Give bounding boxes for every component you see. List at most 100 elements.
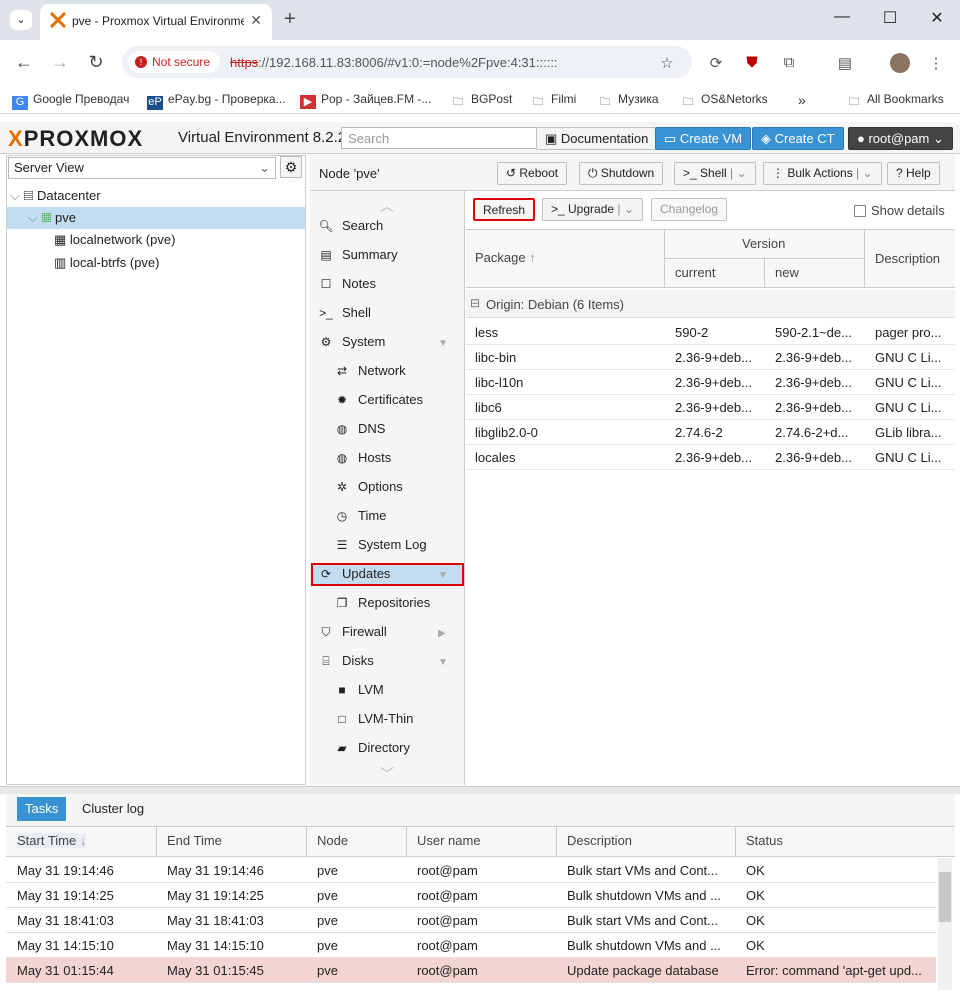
bookmark-zaycev[interactable]: ▶ Pop - Зайцев.FM -...: [300, 92, 431, 109]
task-col-user-name[interactable]: User name: [417, 833, 481, 848]
menu-item-time[interactable]: ◷ Time: [334, 508, 387, 523]
gear-icon[interactable]: ⚙: [280, 156, 302, 178]
package-row[interactable]: libc-l10n 2.36-9+deb... 2.36-9+deb... GNU C…: [466, 370, 955, 395]
tree-item-local-btrfs[interactable]: ▥ local-btrfs (pve): [54, 255, 159, 271]
menu-item-disks[interactable]: ⌸ Disks: [318, 653, 373, 669]
scroll-up-icon[interactable]: ︿: [380, 196, 394, 216]
menu-item-directory[interactable]: ▰ Directory: [334, 740, 410, 755]
col-package[interactable]: Package ↑: [475, 250, 536, 265]
package-row[interactable]: libglib2.0-0 2.74.6-2 2.74.6-2+d... GLib li…: [466, 420, 955, 445]
menu-item-repositories[interactable]: ❐ Repositories: [334, 595, 431, 610]
menu-item-updates[interactable]: ⟳ Updates: [318, 566, 390, 581]
url-text[interactable]: https://192.168.11.83:8006/#v1:0:=node%2…: [230, 55, 558, 70]
user-menu-button[interactable]: ● root@pam ⌄: [848, 127, 953, 150]
task-col-description[interactable]: Description: [567, 833, 632, 848]
search-input[interactable]: Search: [341, 127, 537, 149]
refresh-button[interactable]: Refresh: [473, 198, 536, 221]
reload-icon[interactable]: ↻: [84, 52, 108, 73]
col-current[interactable]: current: [675, 265, 715, 280]
create-ct-button[interactable]: ◈ Create CT: [752, 127, 844, 150]
task-row[interactable]: May 31 01:15:44 May 31 01:15:45 pve root@pa…: [6, 958, 936, 983]
panel-splitter[interactable]: [0, 786, 960, 794]
maximize-icon[interactable]: ☐: [880, 8, 900, 28]
package-row[interactable]: libc6 2.36-9+deb... 2.36-9+deb... GNU C Li.…: [466, 395, 955, 420]
chrome-menu-icon[interactable]: ⋮: [926, 54, 946, 72]
system-collapse-icon[interactable]: ▼: [438, 338, 448, 349]
browser-tab[interactable]: pve - Proxmox Virtual Environment ✕: [40, 4, 272, 40]
menu-item-certificates[interactable]: ✹ Certificates: [334, 392, 423, 407]
menu-item-notes[interactable]: ☐ Notes: [318, 276, 376, 291]
bookmark-osnetorks[interactable]: 🗀 OS&Netorks: [680, 92, 768, 108]
group-header[interactable]: ⊟ Origin: Debian (6 Items): [466, 290, 955, 318]
tree-datacenter[interactable]: ⌵ ▤ Datacenter: [10, 188, 101, 204]
tab-close-icon[interactable]: ✕: [250, 12, 262, 29]
menu-item-system-log[interactable]: ☰ System Log: [334, 537, 427, 552]
side-panel-icon[interactable]: ▤: [835, 54, 855, 72]
more-bookmarks-icon[interactable]: »: [798, 92, 806, 108]
shutdown-button[interactable]: ⏻ Shutdown: [579, 162, 664, 185]
menu-item-network[interactable]: ⇄ Network: [334, 363, 406, 378]
menu-item-system[interactable]: ⚙ System: [318, 334, 386, 349]
back-icon[interactable]: ←: [12, 52, 36, 73]
menu-item-options[interactable]: ✲ Options: [334, 479, 403, 494]
bookmark-bgpost[interactable]: 🗀 BGPost: [450, 92, 513, 108]
upgrade-button[interactable]: >_ Upgrade | ⌄: [542, 198, 643, 221]
task-col-node[interactable]: Node: [317, 833, 348, 848]
menu-item-hosts[interactable]: ◍ Hosts: [334, 450, 391, 465]
profile-avatar[interactable]: [890, 53, 910, 73]
menu-item-summary[interactable]: ▤ Summary: [318, 247, 397, 262]
firewall-expand-icon[interactable]: ▶: [438, 628, 446, 639]
forward-icon[interactable]: →: [48, 52, 72, 73]
package-row[interactable]: libc-bin 2.36-9+deb... 2.36-9+deb... GNU C …: [466, 345, 955, 370]
col-description[interactable]: Description: [875, 251, 940, 266]
window-close-icon[interactable]: ✕: [927, 8, 947, 28]
scrollbar-thumb[interactable]: [939, 872, 951, 922]
extensions-puzzle-icon[interactable]: ⧉: [779, 54, 799, 71]
menu-item-shell[interactable]: >_ Shell: [318, 305, 371, 320]
bookmark-muzika[interactable]: 🗀 Музика: [597, 92, 659, 108]
create-vm-button[interactable]: ▭ Create VM: [655, 127, 752, 150]
bookmark-filmi[interactable]: 🗀 Filmi: [530, 92, 577, 108]
updates-collapse-icon[interactable]: ▼: [438, 570, 448, 581]
tree-node-pve[interactable]: ⌵ ▦ pve: [28, 210, 76, 226]
proxmox-logo[interactable]: XPROXMOX: [8, 126, 143, 152]
ublock-icon[interactable]: ⛊: [742, 54, 762, 71]
package-row[interactable]: less 590-2 590-2.1~de... pager pro...: [466, 320, 955, 345]
not-secure-badge[interactable]: ! Not secure: [128, 51, 221, 73]
menu-item-firewall[interactable]: ⛉ Firewall: [318, 624, 386, 640]
server-view-select[interactable]: Server View ⌄: [8, 157, 276, 179]
task-row[interactable]: May 31 19:14:25 May 31 19:14:25 pve root@pa…: [6, 883, 936, 908]
show-details-checkbox[interactable]: Show details: [854, 203, 945, 218]
tree-item-localnetwork[interactable]: ▦ localnetwork (pve): [54, 232, 175, 248]
task-row[interactable]: May 31 18:41:03 May 31 18:41:03 pve root@pa…: [6, 908, 936, 933]
menu-item-search[interactable]: 🔍︎ Search: [318, 218, 383, 233]
task-row[interactable]: May 31 19:14:46 May 31 19:14:46 pve root@pa…: [6, 858, 936, 883]
task-col-end-time[interactable]: End Time: [167, 833, 222, 848]
tab-tasks[interactable]: Tasks: [17, 797, 67, 821]
reboot-button[interactable]: ↺ Reboot: [497, 162, 568, 185]
extension-sync-icon[interactable]: ⟳: [706, 54, 726, 72]
task-row[interactable]: May 31 14:15:10 May 31 14:15:10 pve root@pa…: [6, 933, 936, 958]
bookmark-epay[interactable]: eP ePay.bg - Проверка...: [147, 92, 286, 110]
documentation-button[interactable]: ▣ Documentation: [536, 127, 658, 150]
bulk-actions-button[interactable]: ⋮ Bulk Actions | ⌄: [763, 162, 882, 185]
bookmark-google-translate[interactable]: G Google Преводач: [12, 92, 129, 110]
shell-button[interactable]: >_ Shell | ⌄: [674, 162, 756, 185]
bookmark-star-icon[interactable]: ☆: [657, 54, 677, 72]
task-col-start-time[interactable]: Start Time ↓: [17, 833, 87, 848]
minimize-icon[interactable]: —: [832, 8, 852, 26]
tab-search-icon[interactable]: ⌄: [10, 10, 32, 30]
scroll-down-icon[interactable]: ﹀: [380, 764, 394, 784]
menu-item-lvm[interactable]: ■ LVM: [334, 682, 383, 697]
disks-collapse-icon[interactable]: ▼: [438, 657, 448, 668]
menu-item-dns[interactable]: ◍ DNS: [334, 421, 386, 436]
package-row[interactable]: locales 2.36-9+deb... 2.36-9+deb... GNU C L…: [466, 445, 955, 470]
changelog-button[interactable]: Changelog: [651, 198, 728, 221]
tab-cluster-log[interactable]: Cluster log: [82, 801, 144, 816]
all-bookmarks[interactable]: 🗀 All Bookmarks: [846, 92, 944, 108]
menu-item-lvm-thin[interactable]: □ LVM-Thin: [334, 711, 413, 726]
task-col-status[interactable]: Status: [746, 833, 783, 848]
help-button[interactable]: ? Help: [887, 162, 940, 185]
col-new[interactable]: new: [775, 265, 799, 280]
new-tab-icon[interactable]: +: [284, 8, 296, 31]
